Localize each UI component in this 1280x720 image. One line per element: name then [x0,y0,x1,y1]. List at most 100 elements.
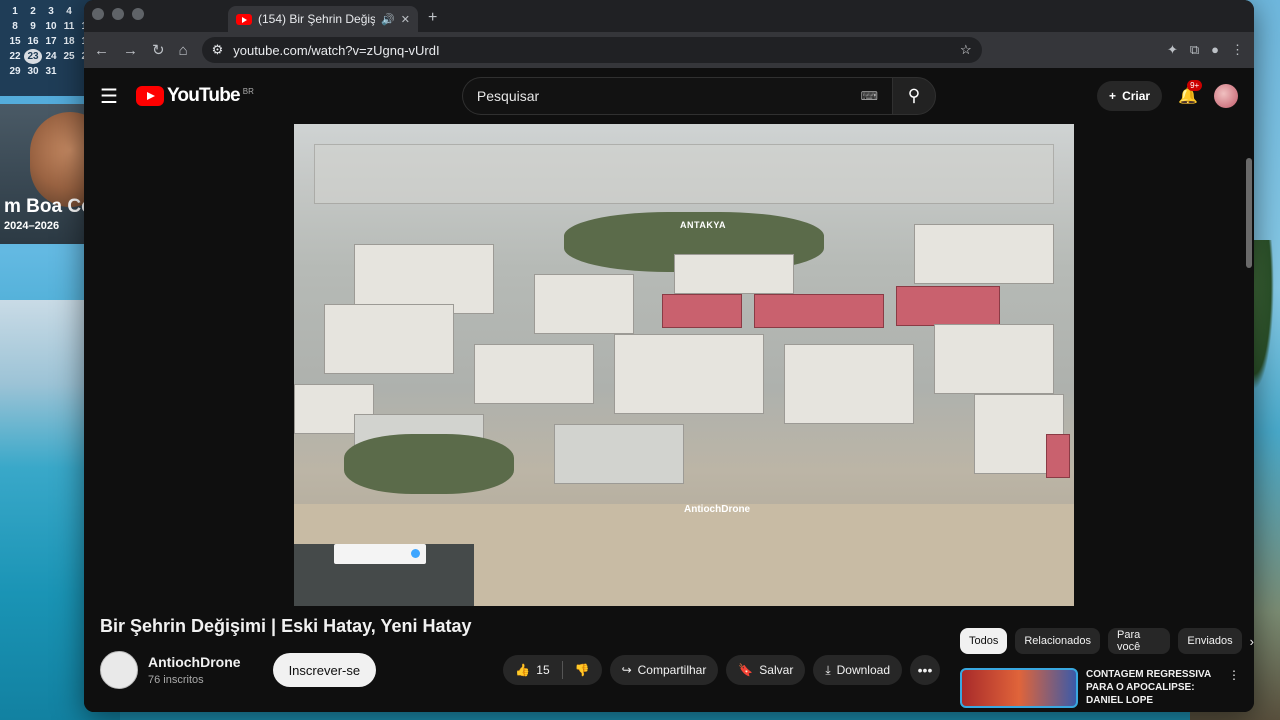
video-watermark: AntiochDrone [684,504,751,515]
video-info: Bir Şehrin Değişimi | Eski Hatay, Yeni H… [100,616,940,689]
extension-icon[interactable]: ✦ [1167,42,1178,58]
youtube-header: ☰ YouTube BR Pesquisar ⌨ ⚲ + Criar 🔔 9+ [84,68,1254,124]
video-overlay-label: ANTAKYA [680,220,727,230]
subscriber-count: 76 inscritos [148,674,204,686]
youtube-favicon-icon [236,13,252,25]
video-title: Bir Şehrin Değişimi | Eski Hatay, Yeni H… [100,616,472,636]
building-red [896,286,1000,326]
minimize-window-button[interactable] [112,8,124,20]
share-icon: ↪ [621,663,632,677]
video-frame: ANTAKYA AntiochDrone [294,124,1074,606]
url-text[interactable]: youtube.com/watch?v=zUgnq-vUrdI [233,43,439,58]
video-player[interactable]: ANTAKYA AntiochDrone [294,124,1074,606]
recommendation-title[interactable]: CONTAGEM REGRESSIVA PARA O APOCALIPSE: D… [1086,668,1220,708]
building [914,224,1054,284]
guide-menu-icon[interactable]: ☰ [100,84,118,109]
calendar-day: 31 [45,66,57,77]
chip-relacionados[interactable]: Relacionados [1015,628,1101,654]
plus-icon: + [1109,89,1117,103]
youtube-logo-icon [135,86,164,106]
thumbs-up-icon: 👍 [515,663,531,677]
close-window-button[interactable] [92,8,104,20]
building [934,324,1054,394]
more-actions-button[interactable]: ••• [910,655,940,685]
download-label: Download [836,663,890,677]
address-bar[interactable]: ⚙ youtube.com/watch?v=zUgnq-vUrdI ☆ [201,37,982,63]
more-vert-icon[interactable]: ⋮ [1228,668,1240,708]
browser-window: (154) Bir Şehrin Değişimi 🔊 ✕ + ← → ↻ ⌂ … [84,0,1254,712]
window-controls [92,8,144,20]
calendar-day: 11 [63,21,75,32]
page-scrollbar[interactable] [1246,158,1252,268]
share-label: Compartilhar [637,663,707,677]
new-tab-button[interactable]: + [428,9,437,27]
channel-name[interactable]: AntiochDrone [148,654,241,670]
puzzle-icon[interactable]: ⧉ [1190,42,1199,58]
search-button[interactable]: ⚲ [891,77,936,115]
like-button[interactable]: 👍 15 [503,655,561,685]
menu-dots-icon[interactable]: ⋮ [1231,42,1244,58]
channel-info: AntiochDrone 76 inscritos [148,654,241,686]
chip-todos[interactable]: Todos [960,628,1008,654]
building [784,344,914,424]
calendar-day: 30 [27,66,39,77]
calendar-day: 29 [9,66,21,77]
account-avatar[interactable] [1214,84,1238,108]
forward-icon[interactable]: → [123,42,138,59]
logo-region: BR [242,87,254,96]
building [534,274,634,334]
profile-icon[interactable]: ● [1211,42,1219,58]
search-input[interactable]: Pesquisar ⌨ [461,77,892,115]
tab-youtube[interactable]: (154) Bir Şehrin Değişimi 🔊 ✕ [228,6,418,32]
building [614,334,764,414]
reload-icon[interactable]: ↻ [152,41,165,59]
more-dots-icon: ••• [917,662,933,678]
close-tab-icon[interactable]: ✕ [401,13,410,26]
toolbar: ← → ↻ ⌂ ⚙ youtube.com/watch?v=zUgnq-vUrd… [84,32,1254,68]
recommendation-thumbnail[interactable] [960,668,1078,708]
building [674,254,794,294]
calendar-day: 25 [63,51,75,62]
calendar-day: 3 [48,6,54,17]
calendar-day: 10 [45,21,57,32]
audio-playing-icon[interactable]: 🔊 [381,13,395,26]
download-button[interactable]: ⤓ Download [813,655,902,685]
building-red [1046,434,1070,478]
back-icon[interactable]: ← [94,42,109,59]
notifications-button[interactable]: 🔔 9+ [1178,80,1203,106]
chip-enviados[interactable]: Enviados [1178,628,1242,654]
youtube-logo-text: YouTube [166,85,241,106]
share-button[interactable]: ↪ Compartilhar [609,655,719,685]
zoom-window-button[interactable] [132,8,144,20]
youtube-logo[interactable]: YouTube BR [135,85,254,107]
chevron-right-icon[interactable]: › [1250,634,1254,649]
chip-para-voce[interactable]: Para você [1108,628,1171,654]
calendar-day: 24 [45,51,57,62]
calendar-day: 8 [12,21,18,32]
like-dislike-group: 👍 15 👎 [503,655,602,685]
keyboard-icon[interactable]: ⌨ [861,89,878,103]
calendar-day: 22 [9,51,21,62]
calendar-day: 16 [27,36,39,47]
calendar-day: 4 [66,6,72,17]
site-info-icon[interactable]: ⚙ [212,42,224,58]
save-button[interactable]: 🔖 Salvar [726,655,806,685]
recommendation-item[interactable]: CONTAGEM REGRESSIVA PARA O APOCALIPSE: D… [960,668,1240,708]
calendar-day: 15 [9,36,21,47]
related-chips: Todos Relacionados Para você Enviados › [960,628,1254,654]
home-icon[interactable]: ⌂ [179,42,188,59]
search-icon: ⚲ [907,86,921,105]
calendar-day [60,64,78,79]
create-button[interactable]: + Criar [1097,81,1163,111]
building [324,304,454,374]
calendar-day: 17 [45,36,57,47]
dislike-button[interactable]: 👎 [563,655,602,685]
trees-row [344,434,514,494]
header-actions: + Criar 🔔 9+ [1097,80,1238,111]
subscribe-button[interactable]: Inscrever-se [272,653,377,687]
calendar-day: 9 [30,21,36,32]
building-red [754,294,884,328]
bookmark-star-icon[interactable]: ☆ [960,42,972,58]
site-cabins [554,424,684,484]
channel-avatar[interactable] [100,651,138,689]
